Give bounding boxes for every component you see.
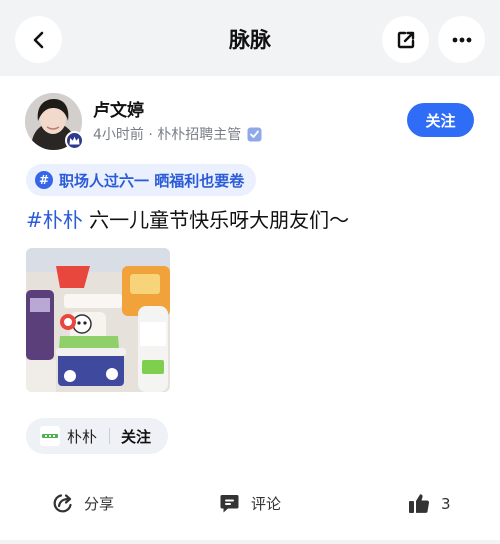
share-out-icon: [397, 31, 414, 48]
post-text: #朴朴 六一儿童节快乐呀大朋友们～: [26, 204, 349, 233]
author-meta: 4小时前 · 朴朴招聘主管: [93, 124, 262, 144]
author-meta-text: 4小时前 · 朴朴招聘主管: [93, 127, 242, 143]
like-button[interactable]: 3: [408, 493, 451, 514]
comment-label: 评论: [251, 495, 282, 513]
hashtag-icon: #: [35, 171, 53, 189]
like-count: 3: [441, 494, 451, 513]
share-icon: [53, 494, 72, 513]
chip-divider: [109, 428, 111, 444]
author-name[interactable]: 卢文婷: [93, 96, 144, 121]
share-button[interactable]: 分享: [52, 493, 114, 514]
topic-label: 职场人过六一 晒福利也要卷: [59, 171, 245, 190]
topic-tag[interactable]: # 职场人过六一 晒福利也要卷: [26, 164, 257, 196]
more-dots-icon: [452, 37, 471, 42]
post-hashtag-link[interactable]: #朴朴: [26, 208, 83, 232]
verified-icon: [247, 127, 262, 142]
crown-badge-icon: [65, 131, 84, 150]
birthday-cake-photo: [26, 248, 170, 392]
top-bar: 脉脉: [0, 0, 500, 76]
company-chip: 朴朴 关注: [26, 418, 168, 454]
more-button[interactable]: [438, 16, 485, 63]
company-follow-button[interactable]: 关注: [121, 426, 151, 447]
action-bar: 分享 评论 3: [0, 480, 500, 530]
share-out-button[interactable]: [382, 16, 429, 63]
bottom-divider: [0, 540, 500, 544]
company-name[interactable]: 朴朴: [67, 426, 97, 447]
comment-icon: [220, 495, 239, 513]
share-label: 分享: [84, 495, 115, 513]
post-image[interactable]: [26, 248, 170, 392]
thumbs-up-icon: [409, 494, 430, 513]
company-logo-icon: [40, 426, 60, 446]
follow-button[interactable]: 关注: [407, 103, 474, 137]
comment-button[interactable]: 评论: [219, 493, 281, 514]
post-body: 六一儿童节快乐呀大朋友们～: [82, 208, 350, 232]
